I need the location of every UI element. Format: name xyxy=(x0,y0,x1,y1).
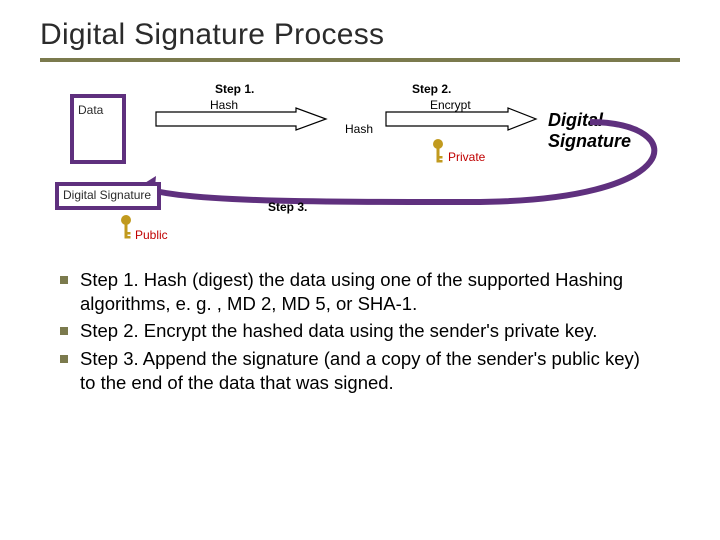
page-title: Digital Signature Process xyxy=(40,18,680,52)
hash-arrow-label: Hash xyxy=(210,98,238,112)
data-box-label: Data xyxy=(78,103,103,117)
diagram-area: Step 1. Step 2. Data Hash Hash Encrypt D… xyxy=(50,82,670,262)
step1-label: Step 1. xyxy=(215,82,254,96)
bullet-list: Step 1. Hash (digest) the data using one… xyxy=(40,268,680,394)
step3-label: Step 3. xyxy=(268,200,307,214)
encrypt-arrow-label: Encrypt xyxy=(430,98,471,112)
slide: Digital Signature Process Step 1. Step 2… xyxy=(0,0,720,540)
public-key-label: Public xyxy=(135,228,168,242)
list-item: Step 2. Encrypt the hashed data using th… xyxy=(80,319,660,343)
digital-signature-box-label: Digital Signature xyxy=(63,188,151,202)
list-item: Step 1. Hash (digest) the data using one… xyxy=(80,268,660,315)
curved-arrow xyxy=(110,116,670,216)
step2-label: Step 2. xyxy=(412,82,451,96)
public-key-icon xyxy=(118,214,134,240)
digital-signature-box: Digital Signature xyxy=(55,182,161,210)
title-rule xyxy=(40,58,680,62)
list-item: Step 3. Append the signature (and a copy… xyxy=(80,347,660,394)
